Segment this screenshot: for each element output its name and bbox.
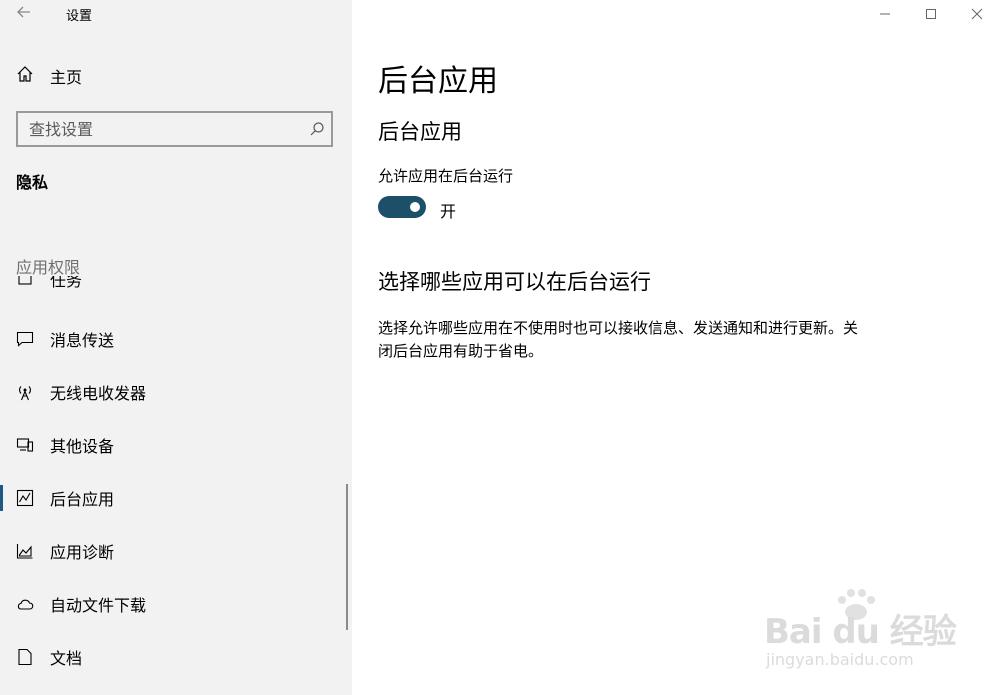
home-link[interactable]: 主页 [16, 64, 82, 88]
section-title: 后台应用 [378, 120, 462, 144]
back-arrow-icon[interactable] [14, 2, 34, 22]
watermark-url: jingyan.baidu.com [766, 650, 914, 669]
sidebar-item-tasks[interactable]: 任务 [16, 276, 336, 296]
search-input[interactable] [18, 113, 299, 145]
diagnostics-icon [16, 542, 34, 560]
devices-icon [16, 436, 34, 454]
sidebar: 设置 主页 隐私 应用权限 任务 消息传送 无线电收发器 [0, 0, 352, 695]
toggle-state-label: 开 [440, 202, 457, 221]
home-icon [16, 65, 34, 87]
maximize-icon [926, 9, 936, 19]
document-icon [16, 648, 34, 666]
tasks-icon [16, 276, 34, 290]
window-controls [862, 0, 1000, 28]
sidebar-item-other-devices[interactable]: 其他设备 [0, 425, 352, 465]
group-title-app-permissions: 应用权限 [16, 258, 81, 277]
sidebar-item-app-diagnostics[interactable]: 应用诊断 [0, 531, 352, 571]
app-title: 设置 [66, 9, 93, 24]
sidebar-item-label: 自动文件下载 [50, 596, 147, 615]
cloud-icon [16, 595, 34, 613]
sidebar-item-auto-downloads[interactable]: 自动文件下载 [0, 584, 352, 624]
close-icon [971, 8, 983, 20]
sidebar-item-label: 文档 [50, 649, 83, 668]
page-title: 后台应用 [378, 64, 498, 99]
sidebar-item-messaging[interactable]: 消息传送 [0, 319, 352, 359]
close-button[interactable] [954, 0, 1000, 28]
sidebar-item-label: 其他设备 [50, 437, 115, 456]
search-box[interactable] [16, 111, 333, 147]
sidebar-item-documents[interactable]: 文档 [0, 637, 352, 677]
baidu-jingyan-watermark: Bai du 经验 jingyan.baidu.com [764, 588, 957, 678]
choose-apps-description: 选择允许哪些应用在不使用时也可以接收信息、发送通知和进行更新。关闭后台应用有助于… [378, 319, 859, 360]
sidebar-item-label: 无线电收发器 [50, 384, 147, 403]
sidebar-scrollbar[interactable] [346, 484, 348, 630]
toggle-label: 允许应用在后台运行 [378, 167, 514, 185]
background-apps-icon [16, 489, 34, 507]
home-label: 主页 [50, 68, 83, 87]
minimize-button[interactable] [862, 0, 908, 28]
minimize-icon [880, 13, 890, 15]
toggle-knob [410, 202, 420, 212]
sidebar-item-background-apps[interactable]: 后台应用 [0, 478, 352, 518]
sidebar-item-label: 应用诊断 [50, 543, 115, 562]
chat-icon [16, 330, 34, 348]
watermark-brand: Bai du 经验 [764, 612, 957, 652]
search-icon[interactable] [309, 121, 325, 137]
section-title-privacy: 隐私 [16, 173, 49, 192]
choose-apps-title: 选择哪些应用可以在后台运行 [378, 270, 651, 294]
maximize-button[interactable] [908, 0, 954, 28]
background-apps-toggle[interactable] [378, 196, 426, 218]
radio-tower-icon [16, 383, 34, 401]
sidebar-item-label: 任务 [50, 276, 83, 290]
sidebar-item-label: 后台应用 [50, 490, 115, 509]
sidebar-item-radios[interactable]: 无线电收发器 [0, 372, 352, 412]
sidebar-item-label: 消息传送 [50, 331, 115, 350]
